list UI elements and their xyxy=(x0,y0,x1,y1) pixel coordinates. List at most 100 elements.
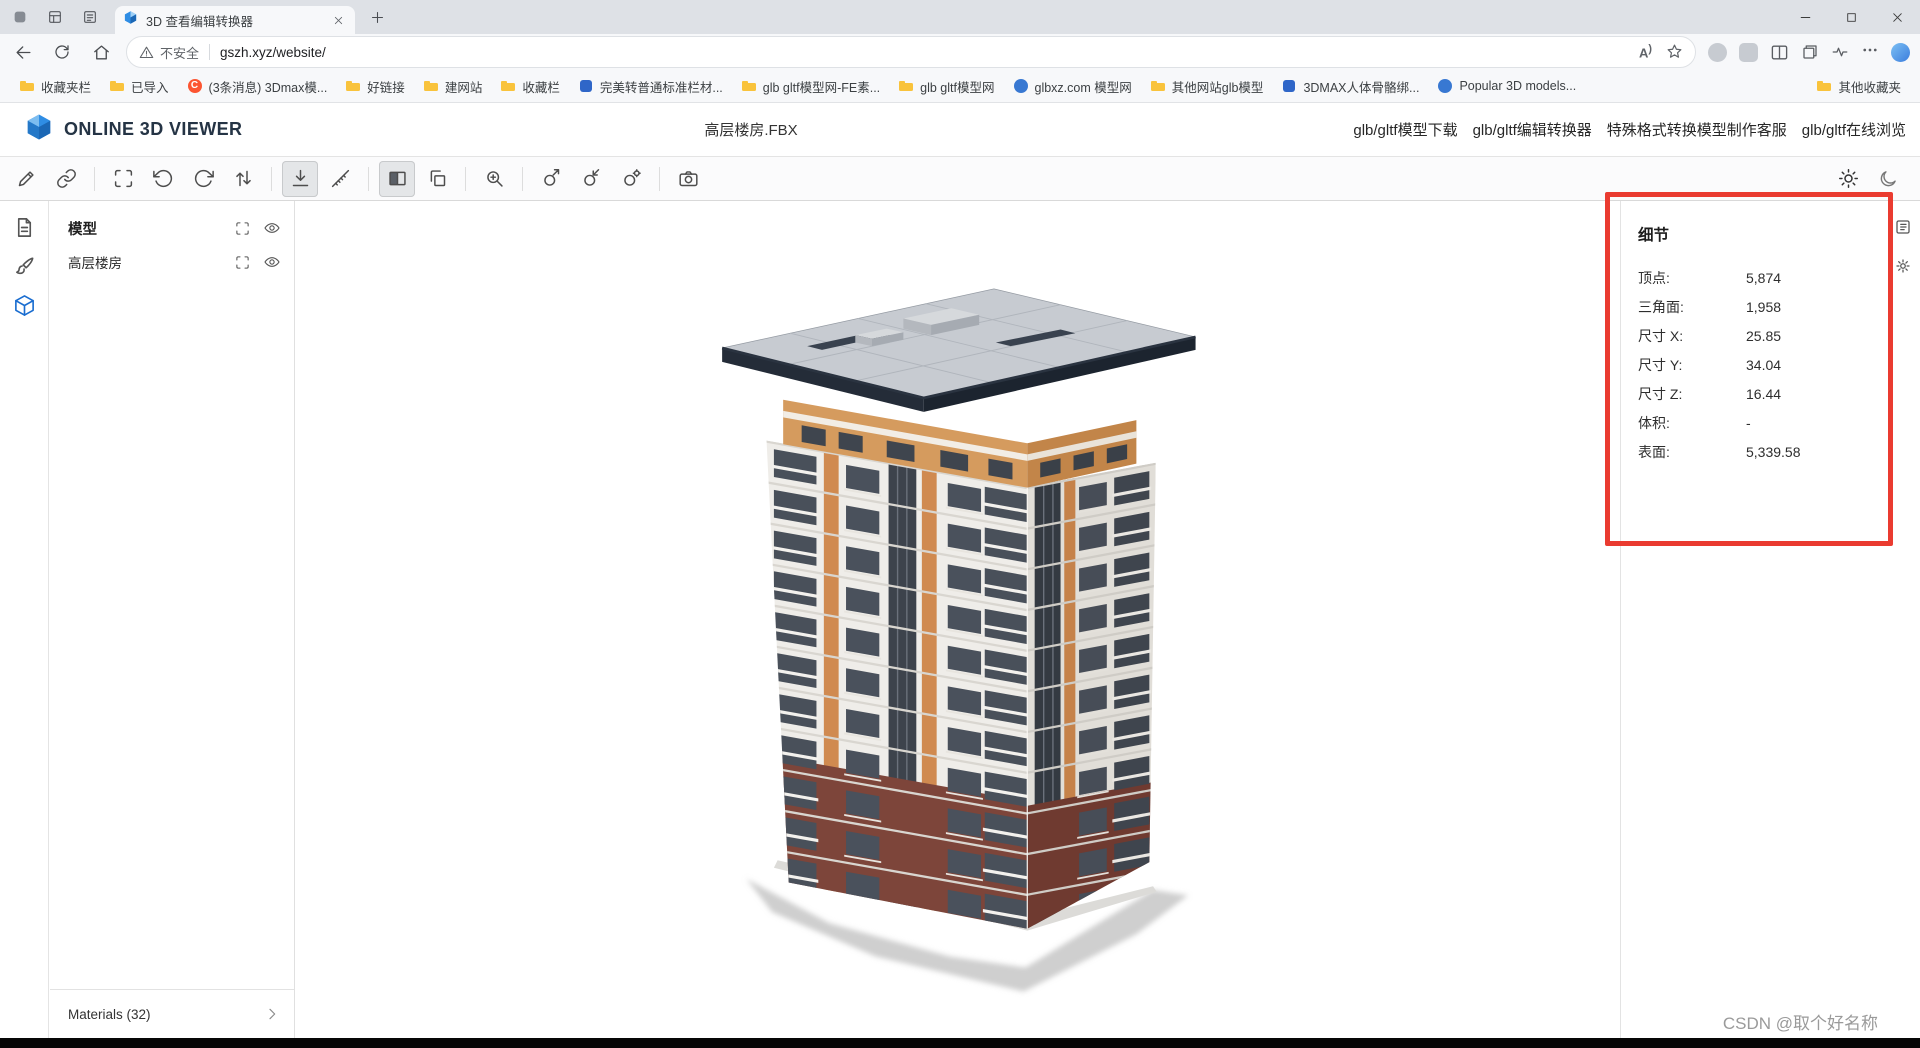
bookmark-item[interactable]: 收藏夹栏 xyxy=(10,74,100,99)
bookmark-item[interactable]: 3DMAX人体骨骼绑... xyxy=(1272,74,1428,99)
tab-search-icon[interactable] xyxy=(75,4,105,30)
nav-link-online-view[interactable]: glb/gltf在线浏览 xyxy=(1802,119,1906,140)
model-file-icon[interactable] xyxy=(11,214,38,241)
extensions-area xyxy=(1708,41,1910,64)
url-text[interactable]: gszh.xyz/website/ xyxy=(220,45,1639,60)
snapshot-camera-icon[interactable] xyxy=(670,161,706,197)
details-row: 表面: 5,339.58 xyxy=(1638,437,1872,466)
bookmark-item[interactable]: glb gltf模型网 xyxy=(889,74,1003,99)
bookmark-favicon-icon xyxy=(1281,78,1297,94)
bookmark-label: 收藏栏 xyxy=(522,77,560,96)
bookmark-item[interactable]: 好链接 xyxy=(336,74,414,99)
materials-brush-icon[interactable] xyxy=(11,253,38,280)
toolbar-separator xyxy=(522,167,523,191)
model-file-name: 高层楼房.FBX xyxy=(704,103,797,156)
zoom-options-icon[interactable] xyxy=(476,161,512,197)
visibility-eye-icon[interactable] xyxy=(263,254,280,271)
chevron-right-icon xyxy=(264,1006,280,1022)
bookmark-item[interactable]: 完美转普通标准栏材... xyxy=(569,74,732,99)
site-brand[interactable]: ONLINE 3D VIEWER xyxy=(24,103,242,156)
workspace-avatar-icon[interactable] xyxy=(5,4,35,30)
bookmark-item[interactable]: glb gltf模型网-FE素... xyxy=(732,74,889,99)
measure-icon[interactable] xyxy=(322,161,358,197)
bookmark-label: 好链接 xyxy=(367,77,405,96)
favorite-star-icon[interactable] xyxy=(1666,43,1683,60)
bookmark-item[interactable]: 其他网站glb模型 xyxy=(1141,74,1273,99)
close-button[interactable] xyxy=(1874,0,1920,34)
bookmark-label: 其他网站glb模型 xyxy=(1172,77,1264,96)
model-tree-cube-icon[interactable] xyxy=(11,292,38,319)
maximize-button[interactable] xyxy=(1828,0,1874,34)
new-tab-button[interactable] xyxy=(363,3,391,31)
rotate-right-icon[interactable] xyxy=(185,161,221,197)
visibility-eye-icon[interactable] xyxy=(263,220,280,237)
site-header: ONLINE 3D VIEWER 高层楼房.FBX glb/gltf模型下载 g… xyxy=(0,103,1920,156)
flip-vertical-icon[interactable] xyxy=(225,161,261,197)
bookmark-favicon-icon xyxy=(898,78,914,94)
details-row-label: 表面: xyxy=(1638,442,1746,462)
building-model-render xyxy=(692,287,1222,999)
tab-close-icon[interactable] xyxy=(329,11,347,29)
details-row-value: 25.85 xyxy=(1746,328,1781,344)
collections-icon[interactable] xyxy=(1801,43,1819,61)
site-brand-text: ONLINE 3D VIEWER xyxy=(64,119,242,140)
tab-strip: 3D 查看编辑转换器 xyxy=(0,0,1920,34)
details-panel-toggle-icon[interactable] xyxy=(1894,217,1913,236)
minimize-button[interactable] xyxy=(1782,0,1828,34)
nav-link-converter[interactable]: glb/gltf编辑转换器 xyxy=(1473,119,1592,140)
model-tree-header: 模型 xyxy=(50,211,294,245)
extension-icon[interactable] xyxy=(1708,43,1727,62)
refresh-icon[interactable] xyxy=(46,36,78,68)
open-url-link-icon[interactable] xyxy=(48,161,84,197)
bookmark-label: 已导入 xyxy=(131,77,169,96)
copilot-sidebar-icon[interactable] xyxy=(1891,43,1910,62)
set-up-direction-icon[interactable] xyxy=(282,161,318,197)
orbit-in-icon[interactable] xyxy=(573,161,609,197)
viewport-3d[interactable] xyxy=(296,201,1620,1038)
settings-gear-icon[interactable] xyxy=(1894,256,1913,275)
back-icon[interactable] xyxy=(7,36,39,68)
bookmark-item[interactable]: (3条消息) 3Dmax模... xyxy=(178,74,337,99)
orbit-settings-icon[interactable] xyxy=(613,161,649,197)
details-row-value: 34.04 xyxy=(1746,357,1781,373)
bookmark-item[interactable]: 收藏栏 xyxy=(491,74,569,99)
bookmark-item[interactable]: 建网站 xyxy=(414,74,492,99)
bookmark-favicon-icon xyxy=(1150,78,1166,94)
fit-to-window-icon[interactable] xyxy=(234,254,251,271)
bookmark-item[interactable]: 已导入 xyxy=(100,74,178,99)
bookmark-favicon-icon xyxy=(1437,78,1453,94)
other-favorites-button[interactable]: 其他收藏夹 xyxy=(1807,74,1910,99)
nav-link-download[interactable]: glb/gltf模型下载 xyxy=(1353,119,1457,140)
fit-to-window-icon[interactable] xyxy=(234,220,251,237)
toolbar-separator xyxy=(465,167,466,191)
address-bar[interactable]: 不安全 gszh.xyz/website/ A) xyxy=(126,36,1696,68)
bookmark-item[interactable]: Popular 3D models... xyxy=(1428,75,1585,97)
toolbar-separator xyxy=(368,167,369,191)
open-edit-icon[interactable] xyxy=(8,161,44,197)
light-theme-sun-icon[interactable] xyxy=(1830,161,1866,197)
orbit-out-icon[interactable] xyxy=(533,161,569,197)
nav-link-service[interactable]: 特殊格式转换模型制作客服 xyxy=(1607,119,1787,140)
fit-view-icon[interactable] xyxy=(105,161,141,197)
browser-tab[interactable]: 3D 查看编辑转换器 xyxy=(115,6,355,34)
materials-toggle[interactable]: Materials (32) xyxy=(50,990,294,1038)
home-icon[interactable] xyxy=(85,36,117,68)
extension-icon[interactable] xyxy=(1739,43,1758,62)
side-view-icon[interactable] xyxy=(379,161,415,197)
browser-window: 3D 查看编辑转换器 不安全 g xyxy=(0,0,1920,1048)
copy-view-icon[interactable] xyxy=(419,161,455,197)
workspaces-icon[interactable] xyxy=(40,4,70,30)
read-aloud-icon[interactable]: A) xyxy=(1639,43,1652,60)
settings-more-icon[interactable] xyxy=(1861,41,1879,64)
details-row: 顶点: 5,874 xyxy=(1638,263,1872,292)
dark-theme-moon-icon[interactable] xyxy=(1870,161,1906,197)
folder-icon xyxy=(1816,78,1832,94)
csdn-watermark: CSDN @取个好名称 xyxy=(1723,1009,1878,1034)
rotate-left-icon[interactable] xyxy=(145,161,181,197)
bookmark-item[interactable]: glbxz.com 模型网 xyxy=(1004,74,1141,99)
split-screen-icon[interactable] xyxy=(1770,43,1789,62)
browser-essentials-icon[interactable] xyxy=(1831,43,1849,61)
bookmark-favicon-icon xyxy=(500,78,516,94)
bookmark-label: 3DMAX人体骨骼绑... xyxy=(1303,77,1419,96)
model-tree-item[interactable]: 高层楼房 xyxy=(50,245,294,279)
